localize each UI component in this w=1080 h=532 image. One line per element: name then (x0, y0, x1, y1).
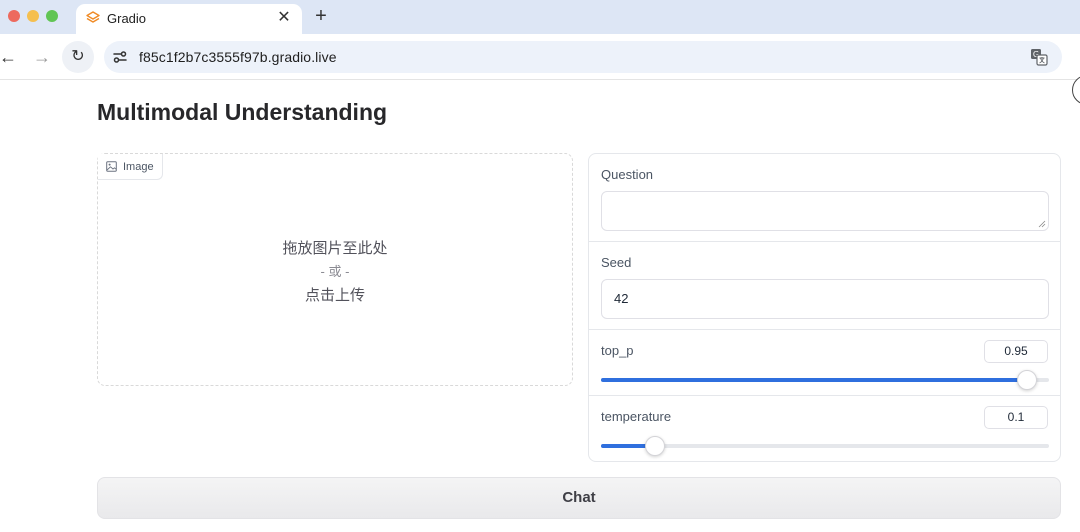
top-p-slider-track[interactable] (601, 370, 1049, 390)
parameters-panel: Question Seed 42 top_p 0.95 temperature … (588, 153, 1061, 462)
top-p-block: top_p 0.95 (589, 330, 1060, 396)
click-upload-text[interactable]: 点击上传 (98, 284, 572, 305)
top-p-slider-thumb[interactable] (1016, 370, 1037, 390)
drop-instruction: 拖放图片至此处 (282, 240, 388, 257)
image-label-tag: Image (98, 154, 163, 180)
temperature-slider-thumb[interactable] (644, 436, 665, 456)
temperature-slider-track[interactable] (601, 436, 1049, 456)
resize-handle-icon[interactable] (1038, 220, 1046, 228)
seed-block: Seed 42 (589, 242, 1060, 330)
top-p-value[interactable]: 0.95 (984, 340, 1048, 363)
drop-separator: - 或 - (320, 264, 350, 279)
image-label-text: Image (123, 160, 154, 173)
browser-tab[interactable]: Gradio ✕ (76, 4, 302, 34)
page-title: Multimodal Understanding (97, 99, 388, 125)
address-bar[interactable]: f85c1f2b7c3555f97b.gradio.live G (104, 41, 1062, 73)
temperature-label: temperature (601, 409, 672, 424)
site-settings-icon[interactable] (112, 49, 128, 65)
close-window-button[interactable] (8, 10, 20, 22)
chat-button[interactable]: Chat (97, 477, 1061, 519)
image-upload-dropzone[interactable]: Image 拖放图片至此处 - 或 - 点击上传 (97, 153, 573, 386)
profile-avatar[interactable] (1072, 75, 1080, 105)
tab-title: Gradio (107, 11, 147, 26)
url-text: f85c1f2b7c3555f97b.gradio.live (139, 49, 337, 65)
temperature-block: temperature 0.1 (589, 396, 1060, 461)
translate-icon[interactable]: G (1030, 48, 1048, 66)
image-icon (106, 161, 117, 172)
forward-button[interactable]: → (30, 45, 54, 69)
seed-input[interactable]: 42 (601, 279, 1049, 319)
question-label: Question (601, 167, 654, 182)
browser-toolbar: ← → ↻ f85c1f2b7c3555f97b.gradio.live G (0, 34, 1080, 105)
reload-button[interactable]: ↻ (62, 41, 94, 73)
minimize-window-button[interactable] (27, 10, 39, 22)
browser-tab-bar: Gradio ✕ + (0, 0, 1080, 34)
new-tab-button[interactable]: + (310, 5, 332, 27)
close-tab-icon[interactable]: ✕ (274, 8, 294, 28)
top-p-slider-fill (601, 378, 1027, 382)
zoom-window-button[interactable] (46, 10, 58, 22)
seed-label: Seed (601, 255, 632, 270)
gradio-logo-icon (86, 11, 100, 23)
top-p-label: top_p (601, 343, 634, 358)
back-button[interactable]: ← (0, 45, 20, 69)
question-block: Question (589, 154, 1060, 242)
temperature-value[interactable]: 0.1 (984, 406, 1048, 429)
question-input[interactable] (601, 191, 1049, 231)
